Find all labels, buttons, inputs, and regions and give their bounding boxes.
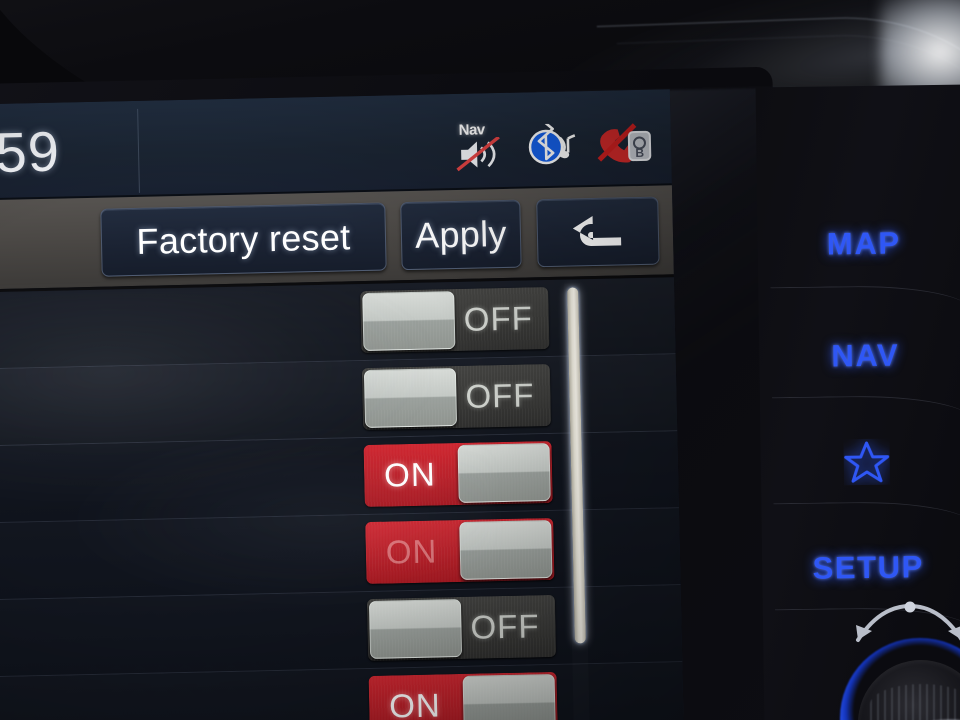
apply-button[interactable]: Apply: [400, 199, 522, 271]
lcd-screen: :59 Nav B Factory reset Apply OFF OFF ON…: [0, 89, 684, 720]
toggle-knob: [368, 598, 463, 659]
toggle-switch-disabled: ON: [365, 517, 555, 585]
star-icon: [844, 441, 890, 483]
clock: :59: [0, 119, 61, 185]
tune-scroll-knob[interactable]: [818, 596, 960, 720]
back-arrow-icon: [572, 216, 622, 247]
map-button-label: MAP: [826, 225, 901, 262]
map-button[interactable]: MAP: [763, 193, 960, 296]
infotainment-photo: :59 Nav B Factory reset Apply OFF OFF ON…: [0, 0, 960, 720]
phone-disconnected-icon: B: [595, 123, 654, 168]
status-bar-divider: [137, 108, 140, 193]
favorite-button[interactable]: [766, 411, 960, 514]
nav-icon-label: Nav: [458, 121, 485, 139]
toggle-state-label: ON: [383, 455, 437, 494]
setup-button-label: SETUP: [812, 549, 925, 586]
toggle-state-label: OFF: [465, 376, 535, 415]
toggle-knob: [459, 519, 553, 580]
nav-voice-muted-icon: Nav: [455, 121, 512, 174]
toggle-knob: [462, 673, 556, 720]
toggle-switch[interactable]: OFF: [361, 363, 552, 431]
factory-reset-button[interactable]: Factory reset: [100, 202, 387, 277]
nav-button-label: NAV: [831, 337, 900, 374]
toggle-knob: [363, 368, 458, 429]
toggle-knob: [457, 442, 551, 503]
svg-text:B: B: [635, 146, 644, 160]
status-bar-icon-group: Nav B: [455, 120, 654, 174]
toggle-switch[interactable]: ON: [363, 440, 553, 508]
toggle-switch[interactable]: OFF: [360, 286, 550, 354]
toggle-switch[interactable]: ON: [368, 671, 558, 720]
bluetooth-audio-icon: [527, 122, 580, 170]
toggle-state-label: OFF: [470, 607, 540, 646]
status-bar: :59 Nav B: [0, 89, 672, 202]
nav-button[interactable]: NAV: [765, 305, 960, 408]
toggle-knob: [362, 291, 456, 352]
page-toolbar: nt Factory reset Apply: [0, 185, 674, 294]
toggle-state-label: ON: [388, 686, 442, 720]
back-button[interactable]: [536, 196, 660, 268]
toggle-switch[interactable]: OFF: [366, 594, 557, 662]
toggle-state-label: OFF: [463, 299, 534, 338]
knob-grip-texture: [870, 684, 960, 720]
toggle-state-label: ON: [385, 532, 438, 571]
